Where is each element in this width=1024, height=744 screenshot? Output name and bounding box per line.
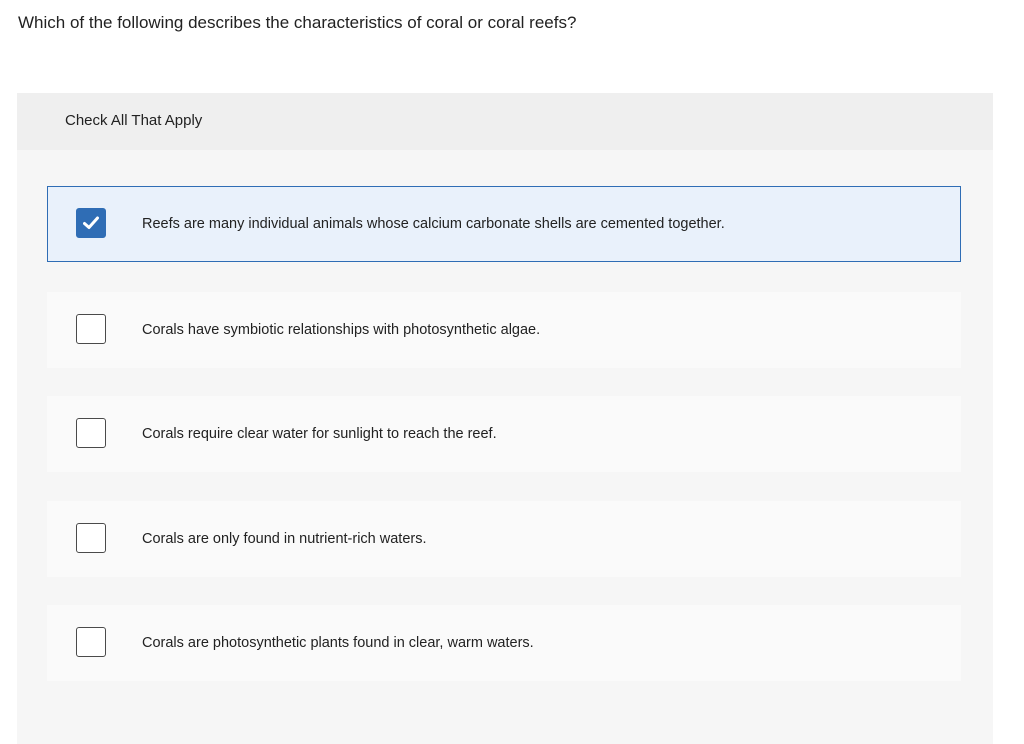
choice-option-4[interactable]: Corals are only found in nutrient-rich w…	[47, 501, 961, 577]
instruction-text: Check All That Apply	[65, 112, 203, 129]
choice-label-1: Reefs are many individual animals whose …	[142, 216, 725, 232]
choice-option-3[interactable]: Corals require clear water for sunlight …	[47, 396, 961, 472]
checkbox-option-4[interactable]	[76, 523, 106, 553]
choice-option-1[interactable]: Reefs are many individual animals whose …	[47, 186, 961, 262]
choice-label-5: Corals are photosynthetic plants found i…	[142, 635, 534, 651]
checkbox-option-3[interactable]	[76, 418, 106, 448]
choice-label-2: Corals have symbiotic relationships with…	[142, 322, 541, 338]
choice-option-5[interactable]: Corals are photosynthetic plants found i…	[47, 605, 961, 681]
answer-panel: Check All That Apply Reefs are many indi…	[17, 93, 993, 744]
choice-option-2[interactable]: Corals have symbiotic relationships with…	[47, 292, 961, 368]
choice-label-4: Corals are only found in nutrient-rich w…	[142, 531, 427, 547]
choice-label-3: Corals require clear water for sunlight …	[142, 426, 497, 442]
checkbox-option-2[interactable]	[76, 314, 106, 344]
panel-header: Check All That Apply	[17, 93, 993, 150]
question-text: Which of the following describes the cha…	[18, 13, 577, 32]
checkbox-option-5[interactable]	[76, 627, 106, 657]
checkmark-icon	[83, 216, 99, 229]
checkbox-option-1[interactable]	[76, 208, 106, 238]
